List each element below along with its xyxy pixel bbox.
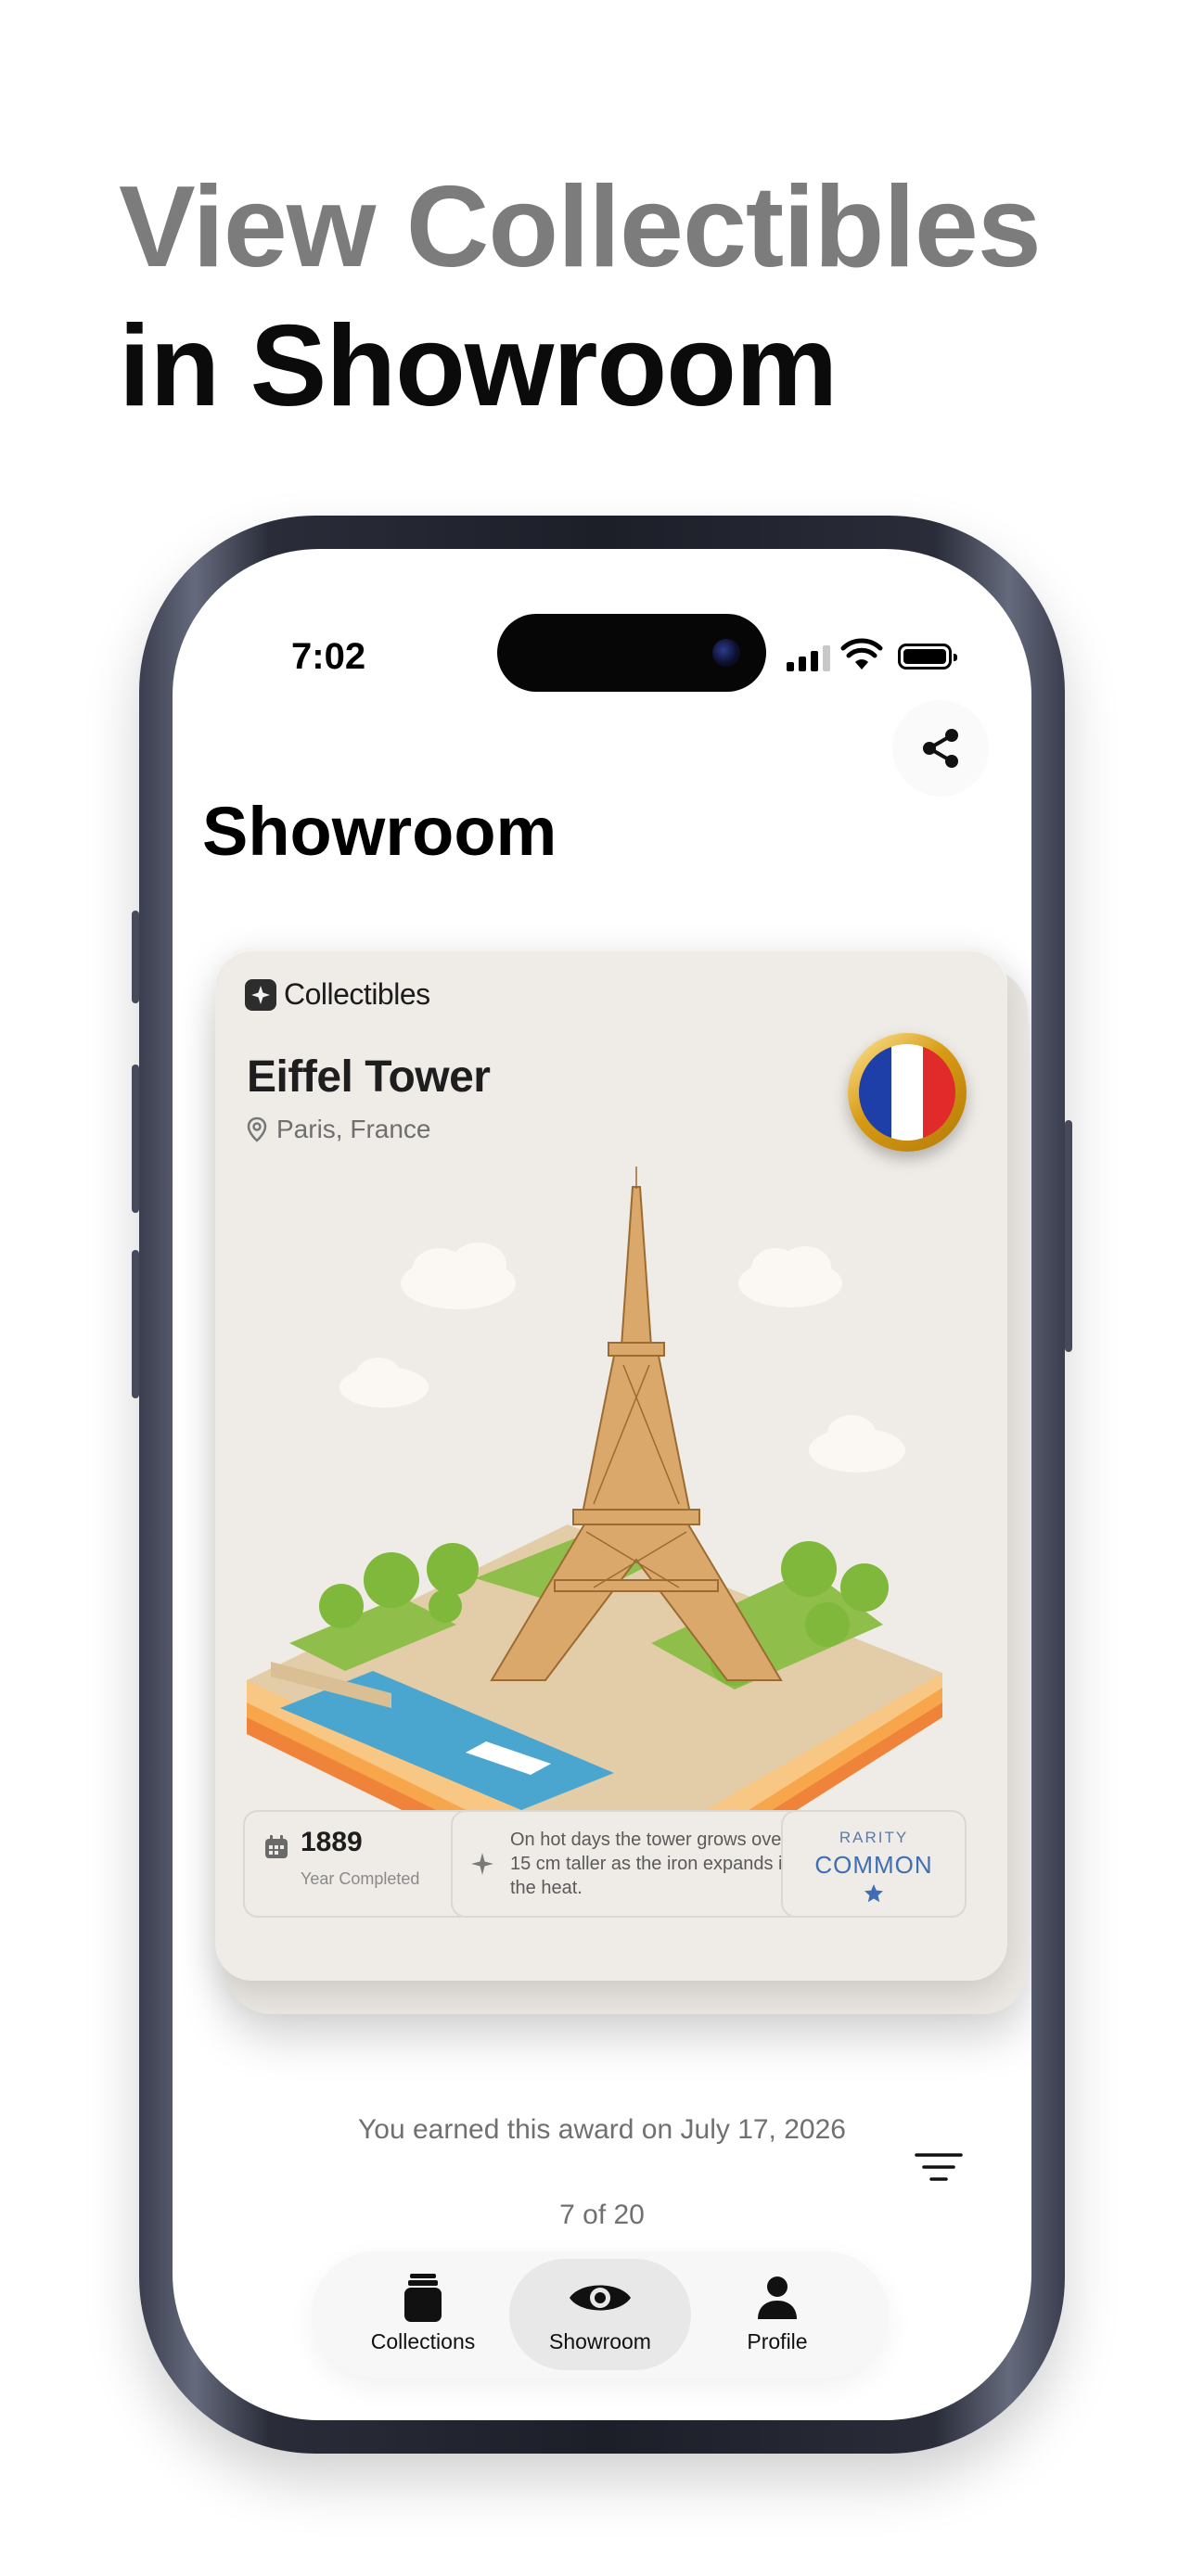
dynamic-island	[497, 614, 766, 692]
hero-headline: View Collectibles in Showroom	[119, 158, 1042, 436]
brand-name: Collectibles	[284, 977, 430, 1011]
landmark-name: Eiffel Tower	[247, 1052, 491, 1102]
rarity-label: RARITY	[839, 1829, 909, 1846]
location-pin-icon	[247, 1116, 267, 1142]
camera-icon	[712, 639, 740, 667]
power-button	[1065, 1120, 1072, 1352]
tab-collections-label: Collections	[370, 2329, 476, 2353]
location-text: Paris, France	[276, 1115, 431, 1143]
tab-bar: Collections Showroom Profile	[312, 2251, 889, 2378]
status-time: 7:02	[291, 636, 366, 677]
rarity-box: RARITY COMMON	[781, 1810, 967, 1918]
star-icon	[864, 1884, 883, 1903]
eye-icon	[570, 2285, 631, 2311]
cellular-signal-icon	[787, 645, 830, 671]
collectible-card[interactable]: Collectibles Eiffel Tower Paris, France	[215, 948, 1007, 1981]
fun-fact-text: On hot days the tower grows over 15 cm t…	[510, 1830, 793, 1898]
filter-button[interactable]	[915, 2151, 963, 2187]
tab-showroom-label: Showroom	[549, 2329, 651, 2353]
year-label: Year Completed	[301, 1869, 420, 1888]
rarity-stars	[783, 1883, 965, 1908]
person-icon	[758, 2276, 797, 2319]
page-indicator: 7 of 20	[559, 2200, 645, 2230]
sparkle-icon	[471, 1853, 493, 1875]
tab-profile-label: Profile	[747, 2329, 808, 2353]
battery-icon	[898, 644, 957, 670]
calendar-icon	[265, 1835, 288, 1858]
eiffel-tower-illustration	[247, 1167, 942, 1810]
earned-date-text: You earned this award on July 17, 2026	[358, 2114, 846, 2145]
phone-screen: 7:02 Showroom Collectibles Eiffel Tower …	[173, 549, 1031, 2420]
year-value: 1889	[301, 1827, 363, 1857]
fun-fact-box: On hot days the tower grows over 15 cm t…	[451, 1810, 809, 1918]
wifi-icon	[840, 638, 883, 670]
tab-profile[interactable]: Profile	[686, 2259, 868, 2370]
tab-showroom[interactable]: Showroom	[509, 2259, 691, 2370]
hero-headline-line2: in Showroom	[119, 302, 838, 430]
flag-icon	[859, 1044, 955, 1141]
rarity-value: COMMON	[814, 1851, 933, 1879]
action-button	[132, 911, 139, 1003]
page-title: Showroom	[202, 793, 557, 870]
year-completed-box: 1889 Year Completed	[243, 1810, 477, 1918]
jar-icon	[404, 2274, 442, 2322]
france-flag-badge	[848, 1033, 967, 1152]
location: Paris, France	[247, 1115, 431, 1144]
volume-up-button	[132, 1065, 139, 1213]
share-button[interactable]	[892, 700, 989, 797]
collectibles-logo-icon	[245, 978, 276, 1011]
share-icon	[923, 729, 958, 768]
tab-collections[interactable]: Collections	[332, 2259, 514, 2370]
phone-frame: 7:02 Showroom Collectibles Eiffel Tower …	[132, 516, 1072, 2454]
filter-icon	[915, 2153, 963, 2181]
hero-headline-line1: View Collectibles	[119, 163, 1042, 291]
brand: Collectibles	[245, 977, 430, 1012]
volume-down-button	[132, 1250, 139, 1398]
